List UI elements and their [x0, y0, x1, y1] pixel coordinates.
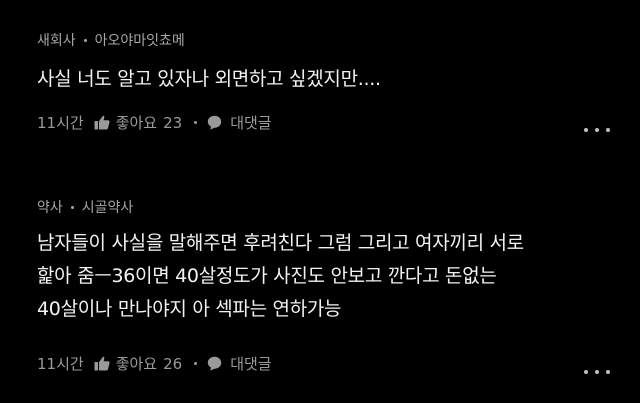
- comment-body: 남자들이 사실을 말해주면 후려친다 그럼 그리고 여자끼리 서로 핥아 줌ㅡ3…: [37, 227, 610, 326]
- like-button[interactable]: 좋아요 23: [84, 112, 183, 133]
- speech-bubble-icon: [207, 115, 222, 130]
- comment-item: 새회사 아오야마잇쵸메 사실 너도 알고 있자나 외면하고 싶겠지만.... 1…: [0, 0, 640, 170]
- like-count: 23: [163, 113, 183, 132]
- reply-button[interactable]: 대댓글: [207, 353, 272, 374]
- more-dot: [606, 370, 610, 374]
- comment-body: 사실 너도 알고 있자나 외면하고 싶겠지만....: [37, 63, 610, 96]
- separator-dot: [194, 362, 198, 365]
- comment-item: 약사 시골약사 남자들이 사실을 말해주면 후려친다 그럼 그리고 여자끼리 서…: [0, 178, 640, 403]
- more-dot: [595, 370, 599, 374]
- more-dot: [606, 128, 610, 132]
- comment-meta: 약사 시골약사: [37, 197, 133, 217]
- more-dot: [595, 128, 599, 132]
- more-dots-icon: [584, 370, 588, 374]
- reply-button[interactable]: 대댓글: [207, 112, 272, 133]
- separator-dot: [83, 38, 87, 42]
- author-company[interactable]: 약사: [37, 197, 63, 217]
- thumbs-up-icon: [94, 356, 110, 371]
- reply-label: 대댓글: [230, 355, 272, 373]
- thumbs-up-icon: [94, 115, 110, 130]
- comment-meta: 새회사 아오야마잇쵸메: [37, 30, 185, 50]
- like-label: 좋아요: [115, 355, 158, 373]
- separator-dot: [70, 205, 74, 209]
- speech-bubble-icon: [207, 356, 222, 371]
- comment-time: 11시간: [37, 355, 84, 373]
- comment-line: 사실 너도 알고 있자나 외면하고 싶겠지만....: [37, 68, 381, 90]
- like-count: 26: [163, 354, 183, 373]
- comment-line: 핥아 줌ㅡ36이면 40살정도가 사진도 안보고 깐다고 돈없는: [37, 265, 497, 287]
- like-label: 좋아요: [115, 114, 158, 132]
- more-options-button[interactable]: [584, 124, 610, 136]
- more-dots-icon: [584, 128, 588, 132]
- more-options-button[interactable]: [584, 366, 610, 378]
- author-nickname[interactable]: 아오야마잇쵸메: [95, 30, 185, 50]
- like-button[interactable]: 좋아요 26: [84, 353, 183, 374]
- comment-time: 11시간: [37, 114, 84, 132]
- comment-actions: 11시간 좋아요 26 대댓글: [37, 353, 272, 374]
- separator-dot: [194, 121, 198, 124]
- comment-line: 남자들이 사실을 말해주면 후려친다 그럼 그리고 여자끼리 서로: [37, 232, 524, 254]
- author-nickname[interactable]: 시골약사: [82, 197, 134, 217]
- reply-label: 대댓글: [230, 114, 272, 132]
- comment-line: 40살이나 만나야지 아 섹파는 연하가능: [37, 298, 342, 320]
- comment-actions: 11시간 좋아요 23 대댓글: [37, 112, 272, 133]
- author-company[interactable]: 새회사: [37, 30, 76, 50]
